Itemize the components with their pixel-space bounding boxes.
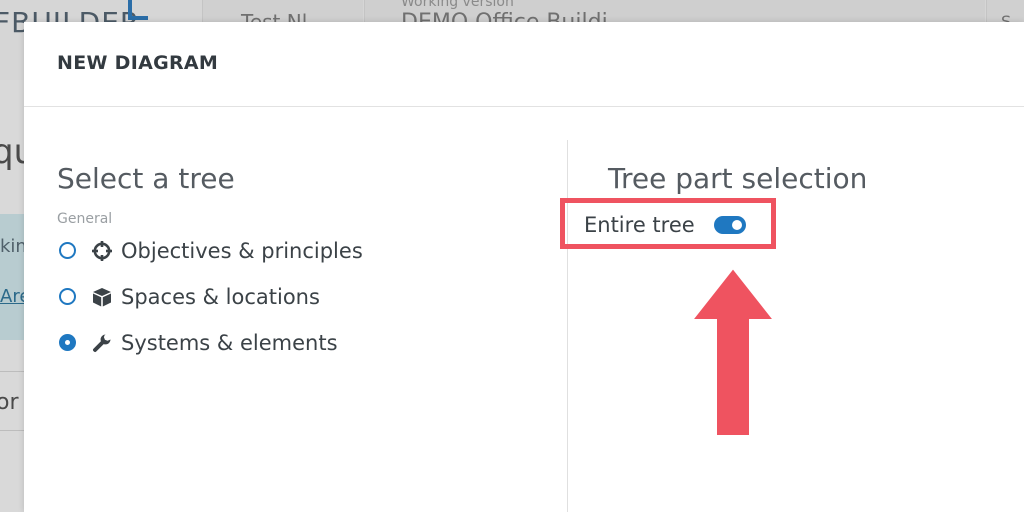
radio-systems[interactable] bbox=[59, 334, 76, 351]
entire-tree-label: Entire tree bbox=[584, 213, 695, 237]
background-divider bbox=[0, 430, 24, 431]
dialog-title: NEW DIAGRAM bbox=[57, 52, 219, 74]
annotation-arrow-icon bbox=[690, 268, 776, 437]
background-divider bbox=[0, 371, 24, 372]
crosshair-icon bbox=[91, 240, 113, 262]
dialog-header: NEW DIAGRAM bbox=[24, 22, 1024, 107]
logo-mark-icon bbox=[120, 0, 148, 22]
entire-tree-toggle[interactable] bbox=[714, 216, 746, 234]
toggle-knob bbox=[732, 220, 742, 230]
cube-icon bbox=[91, 286, 113, 308]
background-info-text: kin bbox=[0, 236, 27, 257]
background-info-box: kin Are bbox=[0, 214, 30, 340]
radio-spaces[interactable] bbox=[59, 288, 76, 305]
tree-group-label: General bbox=[57, 211, 113, 227]
new-diagram-dialog: NEW DIAGRAM Select a tree General Object… bbox=[24, 22, 1024, 512]
tree-part-selection-title: Tree part selection bbox=[608, 162, 868, 195]
wrench-icon bbox=[91, 332, 113, 354]
version-tab-caption: Working version bbox=[401, 0, 514, 10]
tree-option-systems[interactable]: Systems & elements bbox=[57, 330, 457, 360]
tree-option-label: Spaces & locations bbox=[121, 285, 320, 309]
tree-option-label: Objectives & principles bbox=[121, 239, 363, 263]
radio-objectives[interactable] bbox=[59, 242, 76, 259]
tree-option-label: Systems & elements bbox=[121, 331, 338, 355]
column-divider bbox=[567, 140, 568, 512]
background-or-text: or bbox=[0, 390, 19, 415]
select-tree-title: Select a tree bbox=[57, 162, 235, 195]
tree-option-spaces[interactable]: Spaces & locations bbox=[57, 284, 457, 314]
tree-option-objectives[interactable]: Objectives & principles bbox=[57, 238, 457, 268]
